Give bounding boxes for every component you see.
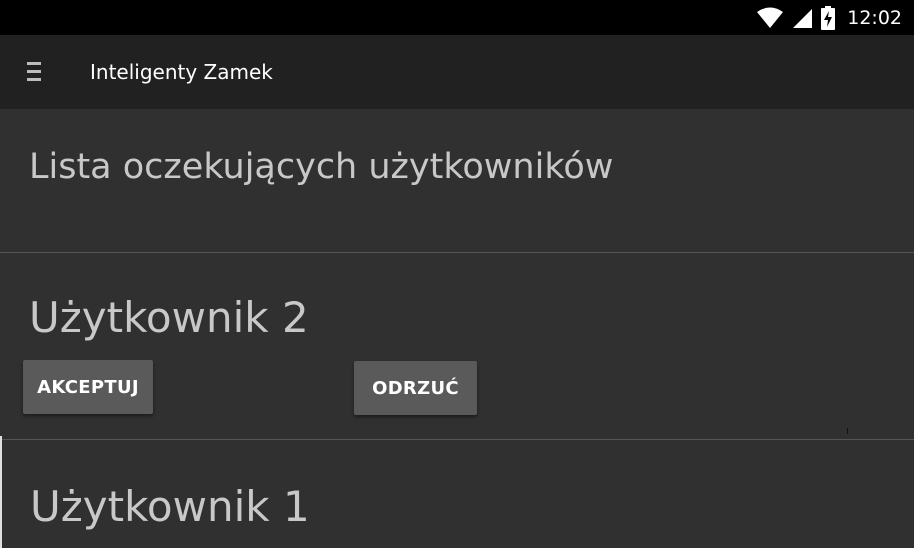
reject-button[interactable]: ODRZUĆ [354,361,477,415]
status-icons: 12:02 [757,0,902,35]
cell-signal-icon [793,8,813,28]
hamburger-menu-icon[interactable] [24,61,46,83]
user-name: Użytkownik 1 [30,482,310,531]
app-bar: Inteligenty Zamek [0,35,914,109]
section-title: Lista oczekujących użytkowników [29,147,614,187]
status-bar: 12:02 [0,0,914,35]
accept-button[interactable]: AKCEPTUJ [23,360,153,414]
screen: 12:02 Inteligenty Zamek Lista oczekujący… [0,0,914,548]
user-card: Użytkownik 1 [0,440,914,548]
status-time: 12:02 [847,6,902,29]
pending-users-header: Lista oczekujących użytkowników [0,109,914,253]
app-title: Inteligenty Zamek [90,60,273,84]
scroll-edge-highlight [0,436,2,548]
battery-charging-icon [821,5,836,30]
user-name: Użytkownik 2 [29,293,309,342]
user-card: Użytkownik 2 AKCEPTUJ ODRZUĆ [0,253,914,440]
wifi-icon [757,7,784,28]
divider-tick [847,428,848,434]
